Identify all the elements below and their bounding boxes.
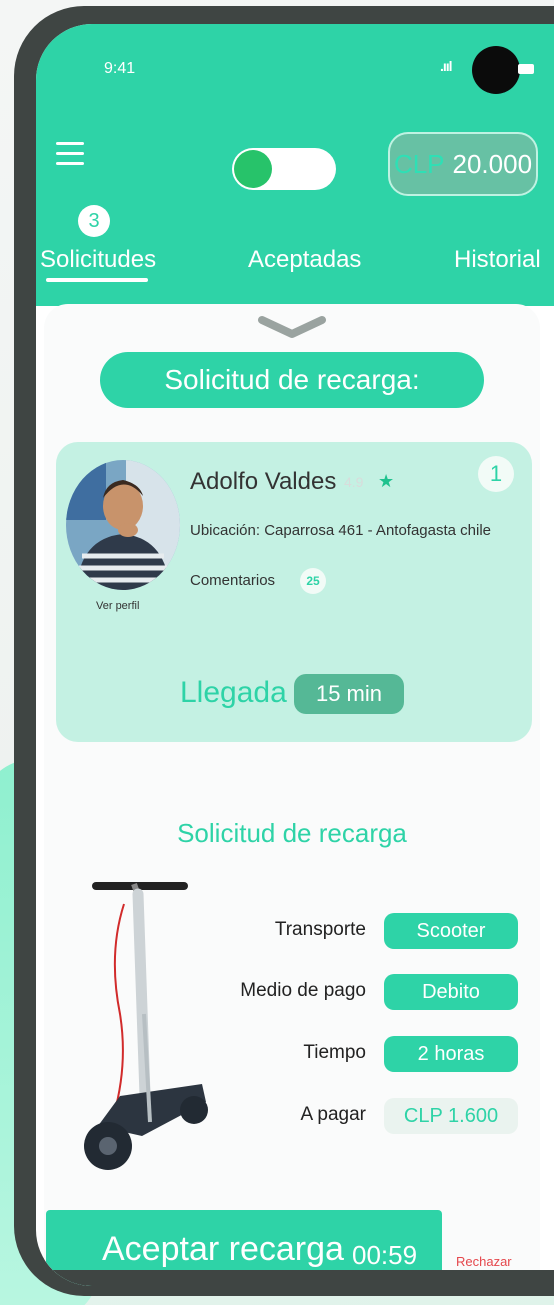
camera-cutout (472, 46, 520, 94)
user-rating: 4.9 (344, 474, 364, 490)
comments-count-badge: 25 (300, 568, 326, 594)
user-name: Adolfo Valdes (190, 468, 337, 495)
star-icon: ★ (378, 471, 395, 491)
active-tab-indicator (46, 278, 148, 282)
user-location: Ubicación: Caparrosa 461 - Antofagasta c… (190, 522, 492, 539)
menu-icon[interactable] (56, 142, 84, 166)
arrival-label: Llegada (180, 676, 287, 709)
tab-solicitudes[interactable]: Solicitudes (40, 246, 156, 274)
arrival-time-badge: 15 min (294, 674, 404, 714)
order-number-badge: 1 (478, 456, 514, 492)
solicitudes-count-badge: 3 (78, 205, 110, 237)
balance-badge[interactable]: CLP 20.000 (388, 132, 538, 196)
phone-bottom-bezel (36, 1270, 554, 1286)
tab-historial[interactable]: Historial (454, 246, 541, 274)
balance-amount: 20.000 (452, 148, 533, 179)
toggle-knob (234, 150, 272, 188)
transport-label: Transporte (274, 919, 366, 940)
accept-button-label: Aceptar recarga (102, 1230, 344, 1268)
transport-value: Scooter (384, 913, 518, 949)
battery-icon (518, 64, 534, 74)
status-time: 9:41 (104, 60, 136, 77)
tab-aceptadas[interactable]: Aceptadas (248, 246, 361, 274)
amount-value: CLP 1.600 (384, 1098, 518, 1134)
time-value: 2 horas (384, 1036, 518, 1072)
chevron-down-icon[interactable] (256, 312, 328, 342)
app-header: 9:41 .ııl CLP 20.000 3 Solicitudes Acept… (36, 24, 554, 306)
phone-frame: 9:41 .ııl CLP 20.000 3 Solicitudes Acept… (14, 6, 554, 1296)
scooter-image (84, 882, 208, 1170)
user-card: Ver perfil Adolfo Valdes 4.9 ★ 1 Ubicaci… (56, 442, 532, 742)
request-sheet: Solicitud de recarga: Ver perfil Adolfo … (44, 304, 540, 1286)
user-avatar[interactable] (66, 460, 180, 590)
availability-toggle[interactable] (232, 148, 336, 190)
time-label: Tiempo (303, 1042, 366, 1063)
accept-countdown-timer: 00:59 (352, 1240, 418, 1270)
payment-method-label: Medio de pago (240, 980, 366, 1001)
signal-icon: .ııl (440, 58, 453, 74)
reject-button[interactable]: Rechazar (456, 1254, 512, 1269)
details-title: Solicitud de recarga (177, 818, 407, 848)
phone-screen: 9:41 .ııl CLP 20.000 3 Solicitudes Acept… (36, 24, 554, 1286)
view-profile-link[interactable]: Ver perfil (96, 600, 139, 612)
comments-link[interactable]: Comentarios (190, 572, 275, 589)
request-title: Solicitud de recarga: (100, 352, 484, 408)
balance-currency: CLP (393, 148, 445, 179)
payment-method-value: Debito (384, 974, 518, 1010)
amount-label: A pagar (300, 1104, 367, 1125)
